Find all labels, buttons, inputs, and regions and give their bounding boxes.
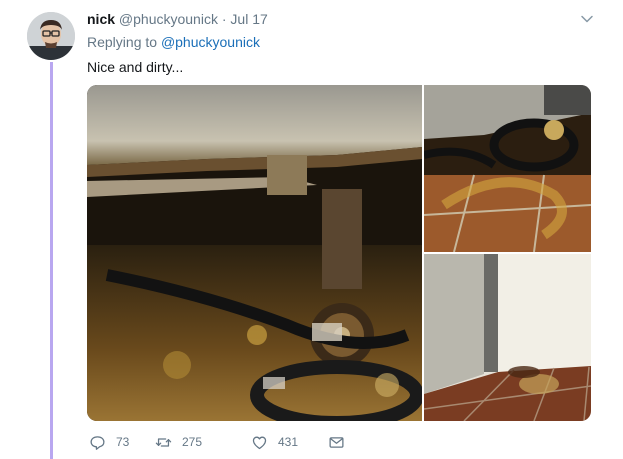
avatar[interactable] xyxy=(27,12,75,60)
author-name[interactable]: nick xyxy=(87,11,115,27)
tweet-header: nick @phuckyounick · Jul 17 xyxy=(87,10,268,28)
replying-to: Replying to @phuckyounick xyxy=(87,33,260,51)
retweet-count: 275 xyxy=(182,435,203,449)
tweet-date[interactable]: Jul 17 xyxy=(230,11,267,27)
envelope-icon xyxy=(329,436,344,448)
like-button[interactable]: 431 xyxy=(251,432,298,452)
photo-main[interactable] xyxy=(87,85,422,421)
direct-message-button[interactable] xyxy=(328,432,345,452)
photo-top-right-image xyxy=(424,85,591,252)
replying-prefix: Replying to xyxy=(87,34,158,50)
reply-icon xyxy=(90,435,105,450)
separator-dot: · xyxy=(221,11,227,27)
reply-button[interactable]: 73 xyxy=(89,432,129,452)
retweet-icon xyxy=(155,437,172,447)
thread-line xyxy=(50,62,53,459)
author-handle[interactable]: @phuckyounick xyxy=(119,11,218,27)
media-grid xyxy=(87,85,591,421)
like-count: 431 xyxy=(278,435,299,449)
heart-icon xyxy=(252,436,267,449)
tweet-text: Nice and dirty... xyxy=(87,59,184,75)
retweet-button[interactable]: 275 xyxy=(155,432,202,452)
photo-bottom-right[interactable] xyxy=(424,254,591,421)
avatar-image xyxy=(27,12,75,60)
reply-count: 73 xyxy=(116,435,130,449)
photo-bottom-right-image xyxy=(424,254,591,421)
replying-handle-link[interactable]: @phuckyounick xyxy=(161,34,260,50)
more-menu-button[interactable] xyxy=(580,12,594,26)
chevron-down-icon xyxy=(581,15,593,23)
photo-main-image xyxy=(87,85,422,421)
photo-top-right[interactable] xyxy=(424,85,591,252)
